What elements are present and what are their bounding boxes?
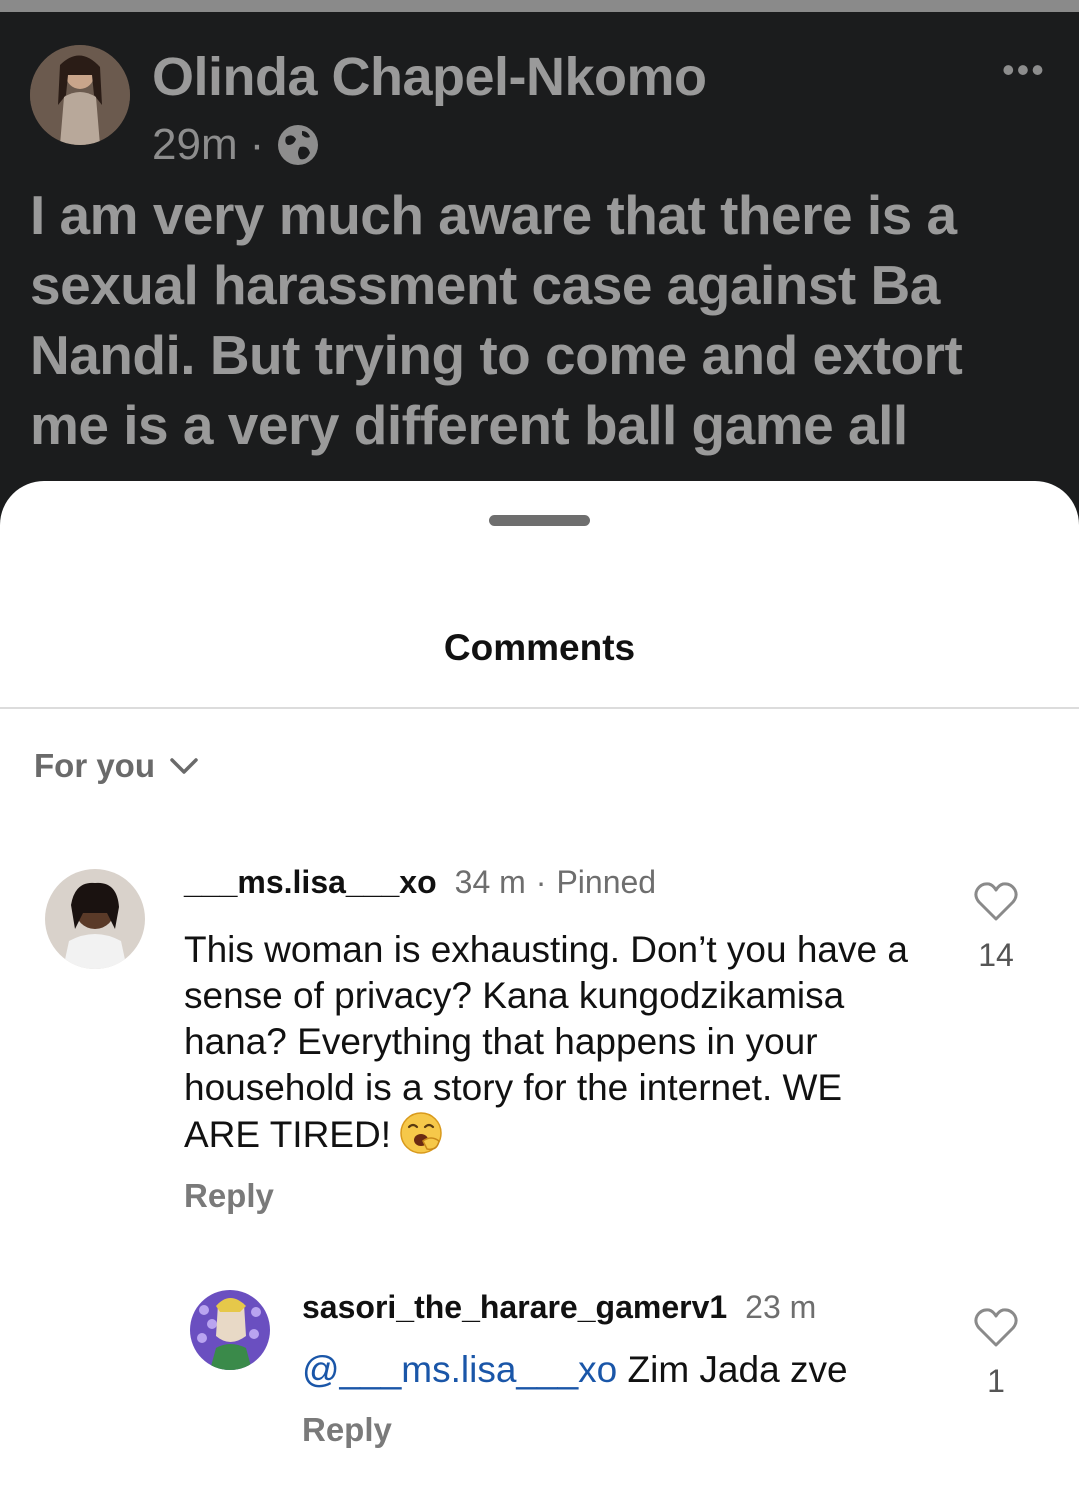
post-author-name[interactable]: Olinda Chapel-Nkomo	[152, 46, 707, 108]
post-author-avatar[interactable]	[30, 45, 130, 145]
reply-button[interactable]: Reply	[302, 1411, 392, 1449]
like-count: 1	[987, 1363, 1005, 1399]
reply-body: @___ms.lisa___xo Zim Jada zve	[302, 1347, 922, 1393]
comment-time: 34 m	[454, 864, 526, 900]
more-options-icon[interactable]: •••	[1002, 52, 1046, 88]
reply-time: 23 m	[745, 1289, 817, 1325]
comment-separator: ·	[535, 864, 547, 900]
heart-icon[interactable]	[973, 881, 1019, 923]
meta-separator: ·	[249, 120, 265, 169]
post-background: Olinda Chapel-Nkomo 29m · ••• I am very …	[0, 0, 1079, 560]
heart-icon[interactable]	[973, 1307, 1019, 1349]
post-time: 29m	[152, 120, 238, 169]
reply-button[interactable]: Reply	[184, 1177, 274, 1215]
commenter-avatar[interactable]	[190, 1290, 270, 1370]
comment-text: This woman is exhausting. Don’t you have…	[184, 929, 908, 1155]
sheet-title: Comments	[443, 627, 636, 668]
status-bar	[0, 0, 1079, 12]
comment-body: This woman is exhausting. Don’t you have…	[184, 927, 924, 1158]
chevron-down-icon	[170, 758, 198, 774]
comments-sheet: Comments For you ___ms.lisa___xo 34 m · …	[0, 481, 1079, 1499]
sort-dropdown[interactable]: For you	[34, 747, 199, 785]
reply-username[interactable]: sasori_the_harare_gamerv1	[302, 1289, 727, 1326]
reply-header: sasori_the_harare_gamerv1 23 m	[302, 1289, 816, 1326]
comment-header: ___ms.lisa___xo 34 m · Pinned	[184, 864, 656, 901]
yawning-face-emoji-icon	[400, 1112, 442, 1154]
divider	[0, 707, 1079, 709]
mention-link[interactable]: @___ms.lisa___xo	[302, 1349, 617, 1390]
globe-icon	[278, 125, 319, 165]
post-text: I am very much aware that there is a sex…	[30, 184, 963, 456]
comment-username[interactable]: ___ms.lisa___xo	[184, 864, 437, 901]
sheet-drag-handle[interactable]	[489, 515, 590, 526]
like-count: 14	[978, 937, 1014, 973]
post-meta: 29m ·	[152, 120, 320, 170]
sort-label: For you	[34, 747, 155, 784]
commenter-avatar[interactable]	[45, 869, 145, 969]
pinned-label: Pinned	[556, 864, 657, 900]
reply-text: Zim Jada zve	[617, 1349, 848, 1390]
